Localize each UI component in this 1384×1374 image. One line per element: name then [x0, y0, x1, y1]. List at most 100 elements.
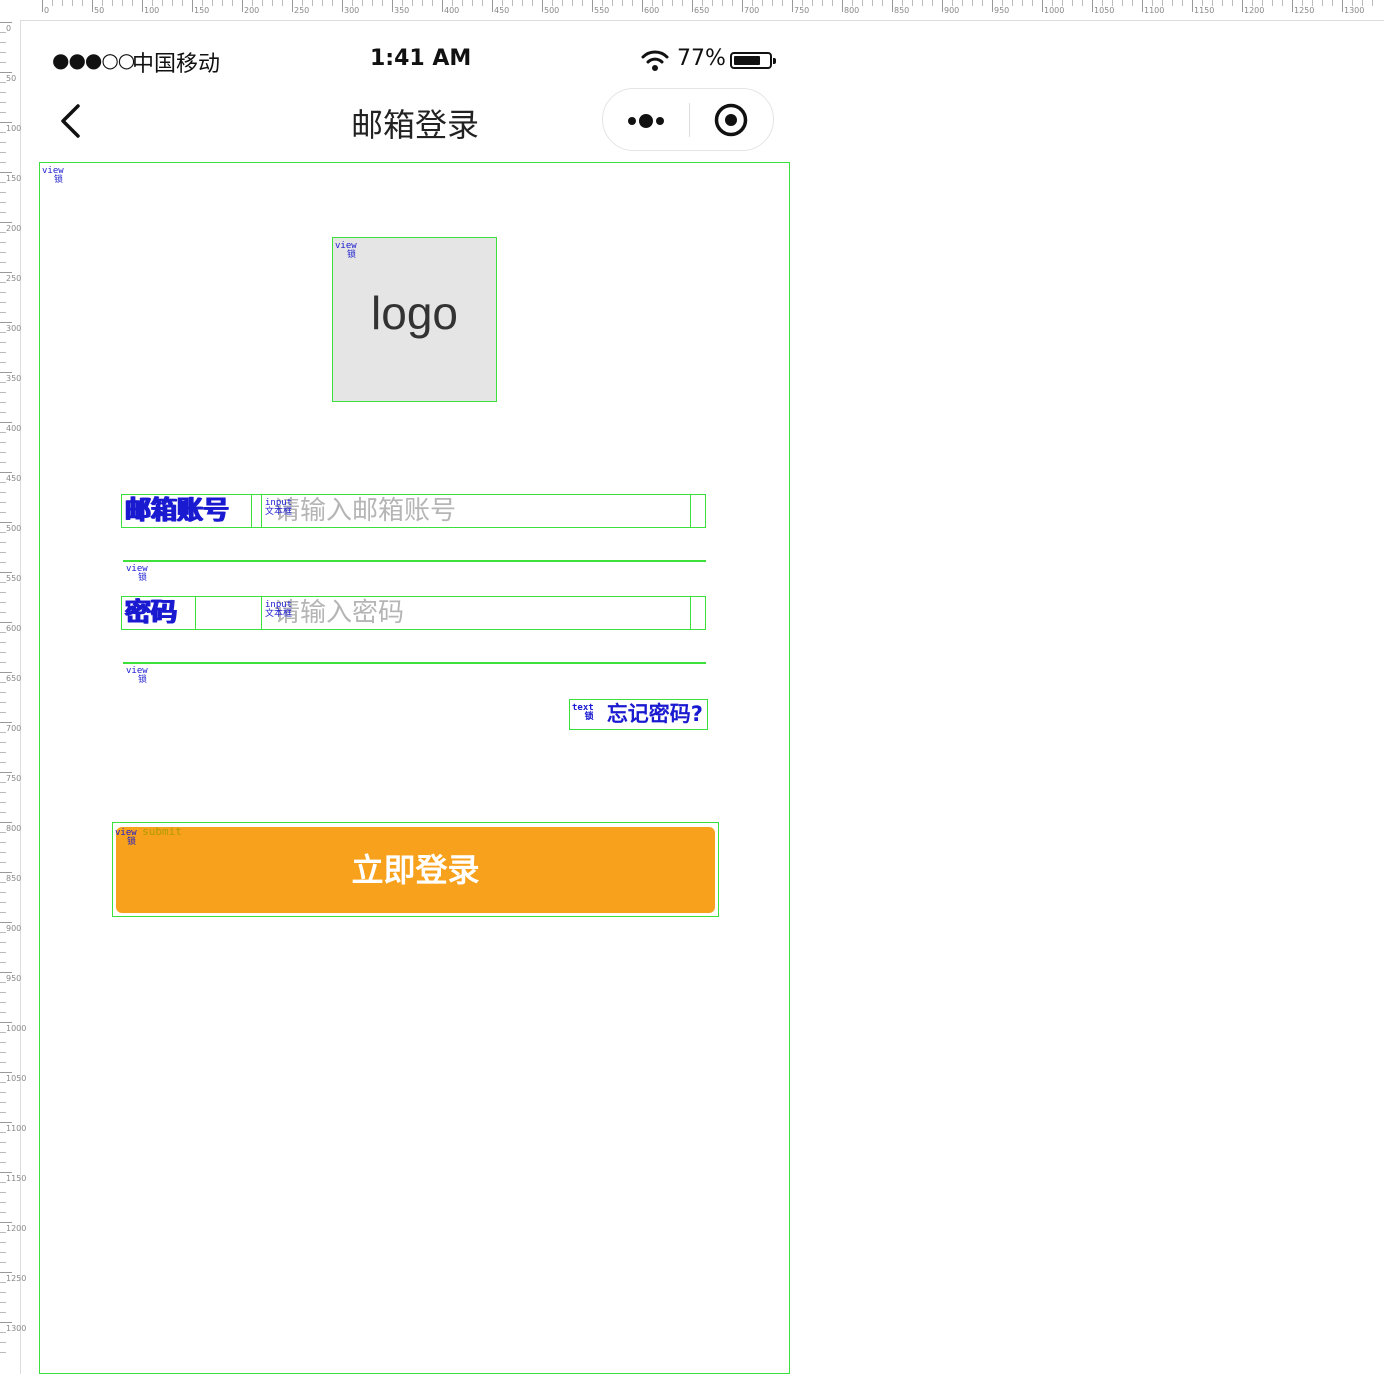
ruler-tick — [532, 0, 533, 6]
ruler-tick — [0, 272, 12, 273]
ruler-tick — [1302, 0, 1303, 6]
debug-lock-label: 锁 — [138, 573, 148, 583]
ruler-tick — [0, 1092, 6, 1093]
ruler-tick — [0, 692, 6, 693]
ruler-tick — [212, 0, 213, 6]
ruler-tick — [0, 112, 6, 113]
ruler-tick — [0, 432, 6, 433]
ruler-tick — [0, 822, 12, 823]
ruler-tick — [982, 0, 983, 6]
ruler-label: 50 — [6, 74, 17, 83]
ruler-tick — [1022, 0, 1023, 6]
debug-tag: view submit 锁 — [115, 826, 182, 847]
ruler-label: 1300 — [6, 1324, 27, 1333]
ruler-label: 850 — [894, 6, 910, 15]
ruler-tick — [0, 122, 12, 123]
ruler-tick — [0, 1352, 6, 1353]
ruler-tick — [1252, 0, 1253, 6]
ruler-tick — [0, 712, 6, 713]
ruler-tick — [1372, 0, 1373, 6]
email-input[interactable]: 请输入邮箱账号 input 文本框 — [261, 495, 691, 527]
ruler-tick — [0, 992, 6, 993]
more-icon[interactable] — [627, 111, 667, 131]
ruler-tick — [742, 0, 743, 12]
ruler-tick — [252, 0, 253, 6]
debug-tag: text 锁 — [572, 704, 594, 722]
ruler-tick — [872, 0, 873, 6]
ruler-tick — [0, 82, 6, 83]
ruler-tick — [0, 482, 6, 483]
ruler-tick — [0, 832, 6, 833]
ruler-tick — [0, 852, 6, 853]
ruler-tick — [0, 22, 12, 23]
ruler-label: 900 — [944, 6, 960, 15]
ruler-tick — [232, 0, 233, 6]
ruler-tick — [1132, 0, 1133, 6]
ruler-label: 400 — [6, 424, 22, 433]
ruler-label: 350 — [6, 374, 22, 383]
debug-tag: view 锁 — [126, 565, 148, 583]
ruler-label: 650 — [694, 6, 710, 15]
password-input[interactable]: 请输入密码 input 文本框 — [261, 597, 691, 629]
ruler-label: 600 — [6, 624, 22, 633]
ruler-tick — [0, 1082, 6, 1083]
ruler-tick — [1082, 0, 1083, 6]
ruler-tick — [592, 0, 593, 12]
ruler-label: 950 — [994, 6, 1010, 15]
ruler-label: 750 — [794, 6, 810, 15]
ruler-tick — [352, 0, 353, 6]
login-button[interactable]: 立即登录 — [116, 827, 715, 913]
ruler-label: 1300 — [1344, 6, 1365, 15]
ruler-tick — [0, 512, 6, 513]
ruler-tick — [0, 792, 6, 793]
ruler-tick — [722, 0, 723, 6]
ruler-label: 450 — [6, 474, 22, 483]
forgot-password-link[interactable]: text 锁 忘记密码? — [569, 699, 708, 730]
ruler-tick — [622, 0, 623, 6]
ruler-tick — [0, 372, 12, 373]
ruler-tick — [1272, 0, 1273, 6]
ruler-tick — [312, 0, 313, 6]
ruler-tick — [0, 1052, 6, 1053]
menu-capsule — [602, 88, 774, 151]
ruler-tick — [0, 532, 6, 533]
ruler-label: 100 — [144, 6, 160, 15]
ruler-tick — [0, 572, 12, 573]
ruler-tick — [772, 0, 773, 6]
forgot-password-text: 忘记密码? — [606, 702, 703, 726]
ruler-tick — [1112, 0, 1113, 6]
ruler-tick — [0, 672, 12, 673]
ruler-tick — [0, 262, 6, 263]
ruler-tick — [1052, 0, 1053, 6]
ruler-tick — [0, 142, 6, 143]
ruler-label: 800 — [844, 6, 860, 15]
ruler-tick — [112, 0, 113, 6]
ruler-tick — [682, 0, 683, 6]
ruler-tick — [752, 0, 753, 6]
battery-nub — [773, 58, 776, 64]
wifi-icon — [640, 48, 670, 76]
password-row: 密码 请输入密码 input 文本框 — [121, 596, 706, 630]
ruler-tick — [942, 0, 943, 12]
ruler-tick — [522, 0, 523, 6]
ruler-tick — [1072, 0, 1073, 6]
ruler-tick — [792, 0, 793, 12]
ruler-label: 0 — [6, 24, 12, 33]
ruler-label: 650 — [6, 674, 22, 683]
ruler-tick — [0, 1132, 6, 1133]
ruler-tick — [152, 0, 153, 6]
ruler-tick — [0, 172, 12, 173]
ruler-tick — [0, 1182, 6, 1183]
ruler-tick — [0, 342, 6, 343]
ruler-tick — [302, 0, 303, 6]
ruler-tick — [0, 1202, 6, 1203]
ruler-tick — [0, 762, 6, 763]
ruler-tick — [1092, 0, 1093, 12]
ruler-label: 1000 — [6, 1024, 27, 1033]
ruler-tick — [1012, 0, 1013, 6]
target-icon[interactable] — [714, 103, 748, 137]
ruler-left: 0 50 100 150 200 250 300 350 400 450 500 550 600 650 7… — [0, 20, 26, 1374]
email-placeholder: 请输入邮箱账号 — [274, 496, 457, 526]
ruler-tick — [0, 742, 6, 743]
ruler-label: 200 — [244, 6, 260, 15]
